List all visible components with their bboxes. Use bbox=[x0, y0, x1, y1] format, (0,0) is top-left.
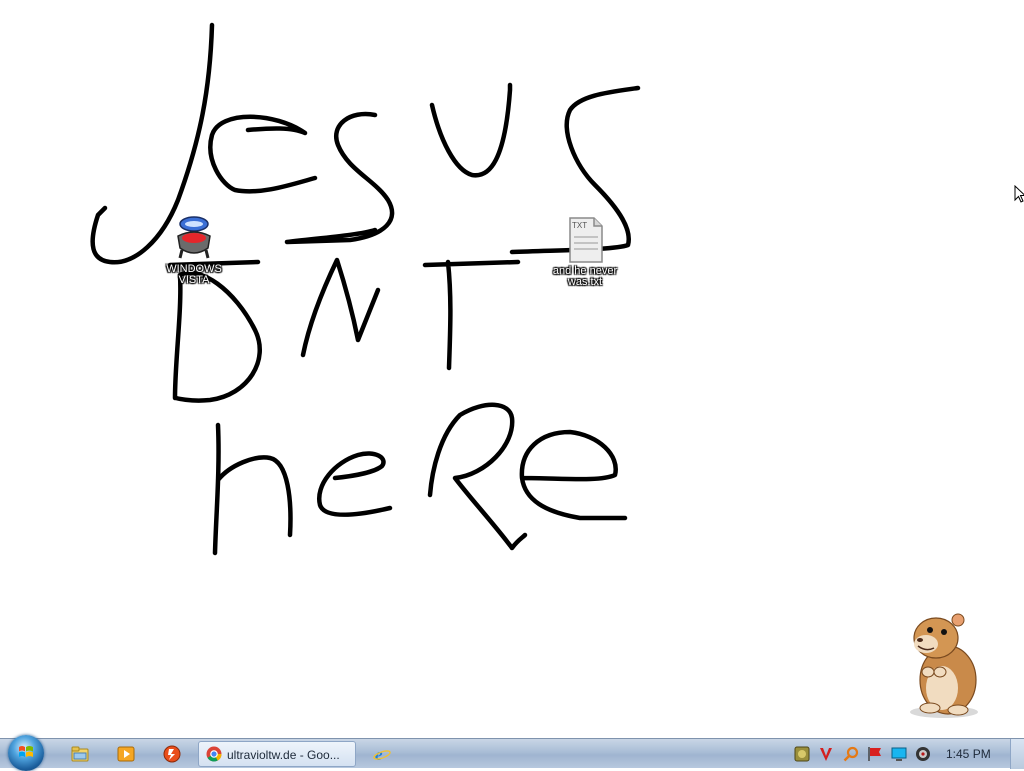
explorer-icon bbox=[71, 746, 89, 762]
mouse-cursor-icon bbox=[1014, 185, 1024, 203]
clock[interactable]: 1:45 PM bbox=[946, 747, 991, 761]
taskbar: ultravioltw.de - Goo... e 1:45 PM bbox=[0, 735, 1024, 771]
desktop-icon-label: and he never was.txt bbox=[552, 265, 618, 288]
flag-icon[interactable] bbox=[867, 746, 883, 762]
internet-explorer-icon: e bbox=[373, 745, 391, 763]
hamster-mascot[interactable] bbox=[896, 608, 986, 720]
windows-logo-icon bbox=[19, 746, 33, 757]
search-tray-icon[interactable] bbox=[843, 746, 859, 762]
desktop[interactable]: WINDOWS VISTA TXT and he never was.txt bbox=[0, 0, 1024, 738]
taskbar-button-chrome[interactable]: ultravioltw.de - Goo... bbox=[198, 741, 356, 767]
tray-app-icon[interactable] bbox=[794, 746, 810, 762]
flash-app-icon bbox=[163, 745, 181, 763]
taskbar-button-label: ultravioltw.de - Goo... bbox=[227, 748, 340, 762]
show-desktop-button[interactable] bbox=[1010, 739, 1024, 769]
chrome-icon bbox=[206, 746, 222, 762]
file-type-badge: TXT bbox=[572, 221, 587, 230]
pinned-explorer[interactable] bbox=[62, 742, 98, 766]
desktop-icon-text-file[interactable]: TXT and he never was.txt bbox=[543, 216, 627, 288]
vista-app-icon bbox=[177, 216, 211, 259]
pinned-flash-app[interactable] bbox=[154, 742, 190, 766]
media-player-icon bbox=[117, 746, 135, 762]
desktop-icon-windows-vista[interactable]: WINDOWS VISTA bbox=[152, 214, 236, 286]
antivirus-v-icon[interactable] bbox=[818, 746, 834, 762]
desktop-icon-label: WINDOWS VISTA bbox=[166, 263, 222, 286]
start-button[interactable] bbox=[8, 735, 44, 771]
audio-icon[interactable] bbox=[915, 746, 931, 762]
text-file-icon: TXT bbox=[569, 217, 603, 263]
pinned-media-player[interactable] bbox=[108, 742, 144, 766]
wallpaper-drawing bbox=[90, 22, 641, 556]
pinned-internet-explorer[interactable]: e bbox=[364, 742, 400, 766]
monitor-icon[interactable] bbox=[891, 746, 907, 762]
